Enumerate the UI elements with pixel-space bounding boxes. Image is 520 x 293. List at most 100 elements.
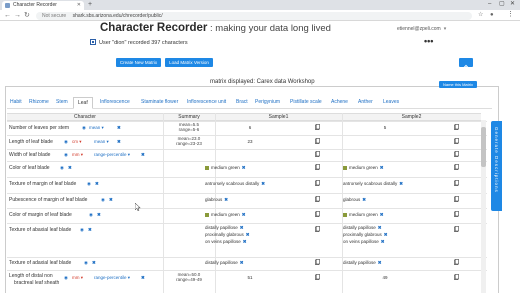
stat-select[interactable]: range-percentile ▾ [94, 152, 130, 158]
copy-icon[interactable] [315, 259, 320, 265]
delete-character-icon[interactable]: ✖ [141, 152, 145, 158]
tab-inflorescence-unit[interactable]: Inflorescence unit [187, 97, 226, 108]
forward-icon[interactable]: → [14, 11, 21, 20]
account-icon[interactable]: ● [490, 11, 494, 20]
remove-value-icon[interactable]: ✖ [261, 181, 265, 186]
tab-rhizome[interactable]: Rhizome [29, 97, 49, 108]
sample2-value[interactable]: proximally glabrous ✖ [343, 232, 388, 238]
copy-icon[interactable] [315, 138, 320, 144]
sample2-value[interactable]: distally papillose ✖ [343, 260, 382, 266]
remove-value-icon[interactable]: ✖ [378, 225, 382, 230]
sample2-value[interactable]: glabrous ✖ [343, 197, 366, 203]
delete-character-icon[interactable]: ✖ [92, 260, 96, 266]
unit-select[interactable]: mm ▾ [72, 275, 83, 281]
unit-select[interactable]: mm ▾ [72, 152, 83, 158]
generate-descriptions-tab[interactable]: Generate Descriptions [491, 121, 502, 211]
copy-icon[interactable] [454, 274, 459, 280]
stat-select[interactable]: mean ▾ [89, 125, 104, 131]
tab-anther[interactable]: Anther [358, 97, 373, 108]
tab-achene[interactable]: Achene [331, 97, 348, 108]
copy-icon[interactable] [454, 196, 459, 202]
copy-icon[interactable] [315, 180, 320, 186]
close-window-icon[interactable]: ✕ [510, 0, 515, 9]
sample2-value[interactable]: medium green ✖ [343, 212, 384, 218]
remove-value-icon[interactable]: ✖ [381, 239, 385, 244]
tab-staminate-flower[interactable]: Staminate flower [141, 97, 178, 108]
sample1-value[interactable]: 23 [238, 139, 262, 145]
tab-habit[interactable]: Habit [10, 97, 22, 108]
reload-icon[interactable]: ↻ [24, 11, 30, 20]
sample1-value[interactable]: medium green ✖ [205, 212, 246, 218]
sample2-value[interactable]: medium green ✖ [343, 165, 384, 171]
eye-icon[interactable]: ◉ [64, 275, 68, 281]
collapse-up-button[interactable] [459, 58, 473, 68]
sample2-value[interactable]: on veins papillose ✖ [343, 239, 385, 245]
copy-icon[interactable] [315, 226, 320, 232]
maximize-icon[interactable]: ▢ [499, 0, 505, 9]
new-tab-icon[interactable]: + [88, 1, 92, 9]
delete-character-icon[interactable]: ✖ [68, 165, 72, 171]
url-input[interactable]: Not secure shark.sbs.arizona.edu/chrecor… [36, 11, 472, 20]
tab-leaves[interactable]: Leaves [383, 97, 399, 108]
delete-character-icon[interactable]: ✖ [95, 181, 99, 187]
sample1-value[interactable]: on veins papillose ✖ [205, 239, 247, 245]
eye-icon[interactable]: ◉ [80, 227, 84, 233]
eye-icon[interactable]: ◉ [64, 139, 68, 145]
remove-value-icon[interactable]: ✖ [224, 197, 228, 202]
remove-value-icon[interactable]: ✖ [240, 225, 244, 230]
copy-icon[interactable] [315, 274, 320, 280]
browser-menu-icon[interactable]: ⋮ [507, 10, 514, 20]
sample1-value[interactable]: antrorsely scabrous distally ✖ [205, 181, 265, 187]
bookmark-star-icon[interactable]: ☆ [478, 11, 483, 20]
unit-select[interactable]: cm ▾ [72, 139, 82, 145]
sample2-value[interactable]: antrorsely scabrous distally ✖ [343, 181, 403, 187]
sample1-value[interactable]: 51 [240, 275, 260, 281]
stat-select[interactable]: range-percentile ▾ [94, 275, 130, 281]
delete-character-icon[interactable]: ✖ [109, 197, 113, 203]
copy-icon[interactable] [315, 124, 320, 130]
remove-value-icon[interactable]: ✖ [399, 181, 403, 186]
remove-value-icon[interactable]: ✖ [380, 165, 384, 170]
tab-bract[interactable]: Bract [236, 97, 248, 108]
tab-leaf[interactable]: Leaf [73, 97, 93, 109]
browser-tab[interactable]: Character Recorder ✕ [2, 1, 84, 10]
eye-icon[interactable]: ◉ [64, 152, 68, 158]
copy-icon[interactable] [454, 124, 459, 130]
sample2-value[interactable]: 5 [375, 125, 395, 131]
copy-icon[interactable] [315, 211, 320, 217]
copy-icon[interactable] [454, 151, 459, 157]
remove-value-icon[interactable]: ✖ [362, 197, 366, 202]
remove-value-icon[interactable]: ✖ [240, 260, 244, 265]
close-tab-icon[interactable]: ✕ [77, 1, 81, 10]
copy-icon[interactable] [454, 211, 459, 217]
copy-icon[interactable] [454, 164, 459, 170]
tab-inflorescence[interactable]: Inflorescence [100, 97, 130, 108]
sample1-value[interactable]: medium green ✖ [205, 165, 246, 171]
tab-stem[interactable]: Stem [56, 97, 68, 108]
delete-character-icon[interactable]: ✖ [117, 125, 121, 131]
remove-value-icon[interactable]: ✖ [384, 232, 388, 237]
sample1-value[interactable]: proximally glabrous ✖ [205, 232, 250, 238]
back-icon[interactable]: ← [4, 11, 11, 20]
remove-value-icon[interactable]: ✖ [242, 212, 246, 217]
remove-value-icon[interactable]: ✖ [243, 239, 247, 244]
more-options-icon[interactable]: ••• [424, 36, 433, 46]
sample1-value[interactable]: distally papillose ✖ [205, 225, 244, 231]
sample1-value[interactable]: distally papillose ✖ [205, 260, 244, 266]
eye-icon[interactable]: ◉ [101, 197, 105, 203]
name-matrix-button[interactable]: Name this Matrix [439, 81, 477, 88]
minimize-icon[interactable]: – [488, 0, 491, 9]
remove-value-icon[interactable]: ✖ [378, 260, 382, 265]
copy-icon[interactable] [454, 259, 459, 265]
tab-pistillate-scale[interactable]: Pistillate scale [290, 97, 322, 108]
matrix-scrollbar-thumb[interactable] [481, 127, 486, 167]
stat-select[interactable]: mean ▾ [94, 139, 109, 145]
tab-perigynium[interactable]: Perigynium [255, 97, 280, 108]
copy-icon[interactable] [454, 226, 459, 232]
remove-value-icon[interactable]: ✖ [246, 232, 250, 237]
eye-icon[interactable]: ◉ [60, 165, 64, 171]
remove-value-icon[interactable]: ✖ [242, 165, 246, 170]
load-matrix-version-button[interactable]: Load Matrix Version [165, 58, 213, 67]
remove-value-icon[interactable]: ✖ [380, 212, 384, 217]
copy-icon[interactable] [454, 138, 459, 144]
